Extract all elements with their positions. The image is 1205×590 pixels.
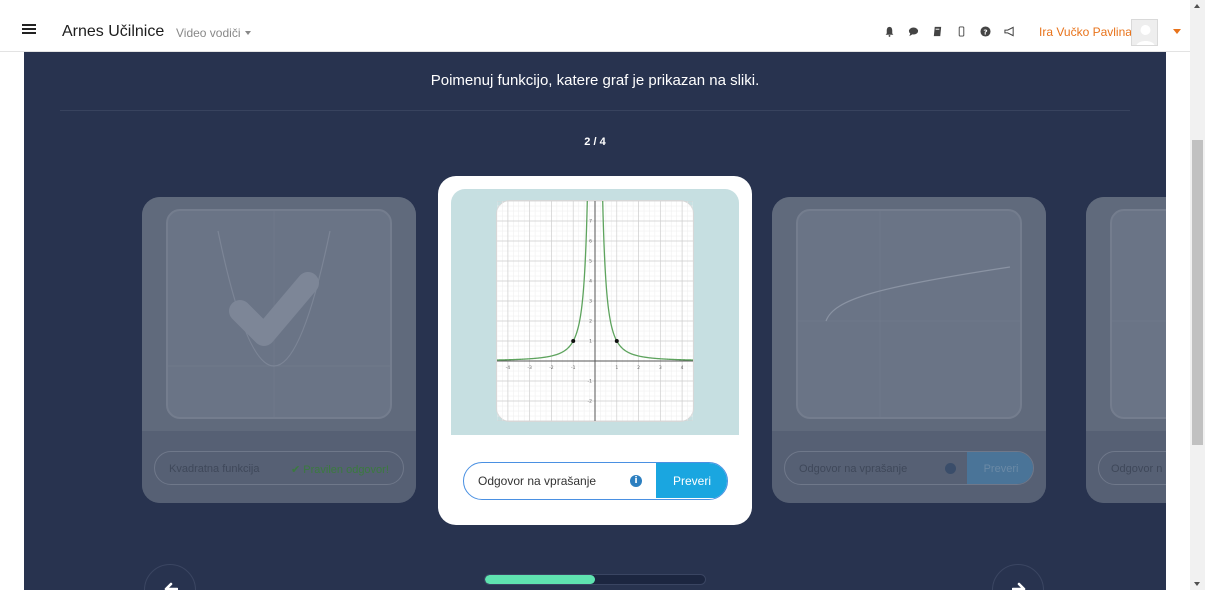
x-tick-label: 1: [615, 365, 618, 371]
card-1-answer: Kvadratna funkcija: [169, 463, 260, 475]
card-4-graph: [1112, 320, 1166, 322]
arrow-left-icon: [164, 582, 178, 590]
card-4-placeholder: Odgovor n: [1111, 463, 1163, 475]
parabola-graph: [168, 211, 390, 417]
chevron-down-icon: [244, 31, 251, 35]
y-tick-label: 6: [589, 239, 592, 245]
y-tick-label: 1: [589, 339, 592, 345]
feedback-label: Pravilen odgovor!: [303, 464, 389, 476]
x-tick-label: -4: [506, 365, 511, 371]
x-tick-label: -3: [527, 365, 532, 371]
answer-input[interactable]: [464, 463, 656, 498]
card-4-answer-pill: Odgovor n: [1098, 451, 1166, 485]
scrollbar-thumb[interactable]: [1192, 140, 1203, 445]
card-1-image: [142, 197, 416, 431]
progress-bar: [484, 574, 706, 585]
megaphone-icon[interactable]: [1004, 26, 1015, 37]
x-tick-label: 4: [681, 365, 684, 371]
card-3-check-button: Preveri: [967, 452, 1033, 484]
card-2-image: -4 -3 -2 -1 1 2 3 4 -2 -1 1 2 3 4 5 6 7: [451, 180, 739, 435]
user-menu-chevron-icon[interactable]: [1173, 29, 1181, 34]
y-tick-label: 7: [589, 219, 592, 225]
y-tick-label: 4: [589, 279, 592, 285]
check-icon: ✔: [291, 464, 301, 476]
quiz-panel: Poimenuj funkcijo, katere graf je prikaz…: [24, 52, 1166, 590]
card-2-active[interactable]: -4 -3 -2 -1 1 2 3 4 -2 -1 1 2 3 4 5 6 7 i Preveri: [438, 176, 752, 525]
y-tick-label: 3: [589, 299, 592, 305]
answer-field[interactable]: i Preveri: [463, 462, 728, 500]
bell-icon[interactable]: [884, 26, 895, 37]
arrow-right-icon: [1012, 582, 1026, 590]
reciprocal-square-graph: -4 -3 -2 -1 1 2 3 4 -2 -1 1 2 3 4 5 6 7: [496, 180, 694, 422]
avatar[interactable]: [1131, 19, 1158, 46]
progress-fill: [485, 575, 595, 584]
card-1[interactable]: Kvadratna funkcija ✔ Pravilen odgovor!: [142, 197, 416, 503]
page-scrollbar[interactable]: [1190, 0, 1205, 590]
slide-counter: 2 / 4: [584, 136, 606, 148]
previous-button[interactable]: [144, 564, 196, 590]
help-icon[interactable]: ?: [980, 26, 991, 37]
x-tick-label: -2: [549, 365, 554, 371]
question-text: Poimenuj funkcijo, katere graf je prikaz…: [430, 72, 760, 89]
card-3-info-icon: [945, 463, 956, 474]
top-navbar: Arnes Učilnice Video vodiči ? Ira Vučko …: [0, 0, 1190, 52]
chat-icon[interactable]: [908, 26, 919, 37]
card-3[interactable]: Odgovor na vprašanje Preveri: [772, 197, 1046, 503]
card-3-answer-pill: Odgovor na vprašanje Preveri: [784, 451, 1034, 485]
card-1-answer-pill: Kvadratna funkcija ✔ Pravilen odgovor!: [154, 451, 404, 485]
square-root-graph: [798, 211, 1020, 417]
menu-icon[interactable]: [22, 24, 36, 34]
site-brand[interactable]: Arnes Učilnice: [62, 23, 164, 41]
card-4-image: [1086, 197, 1166, 431]
next-button[interactable]: [992, 564, 1044, 590]
y-tick-label: 2: [589, 319, 592, 325]
card-3-placeholder: Odgovor na vprašanje: [799, 463, 908, 475]
card-4[interactable]: Odgovor n: [1086, 197, 1166, 503]
svg-text:?: ?: [983, 27, 987, 36]
graph-point: [571, 339, 576, 343]
graph-frame: -4 -3 -2 -1 1 2 3 4 -2 -1 1 2 3 4 5 6 7: [496, 180, 694, 422]
book-icon[interactable]: [932, 26, 943, 37]
video-guides-menu[interactable]: Video vodiči: [176, 26, 251, 40]
video-guides-label: Video vodiči: [176, 26, 241, 40]
correct-feedback: ✔ Pravilen odgovor!: [291, 463, 389, 476]
card-3-image: [772, 197, 1046, 431]
user-name-link[interactable]: Ira Vučko Pavlina: [1039, 25, 1132, 39]
y-tick-label: -1: [588, 379, 593, 385]
mobile-icon[interactable]: [956, 26, 967, 37]
x-tick-label: 3: [659, 365, 662, 371]
divider: [60, 110, 1130, 111]
x-tick-label: -1: [571, 365, 576, 371]
scroll-down-icon[interactable]: [1194, 582, 1200, 586]
x-tick-label: 2: [637, 365, 640, 371]
check-button[interactable]: Preveri: [656, 463, 727, 498]
y-tick-label: -2: [588, 399, 593, 405]
info-icon[interactable]: i: [630, 475, 642, 487]
y-tick-label: 5: [589, 259, 592, 265]
scroll-up-icon[interactable]: [1194, 4, 1200, 8]
graph-point: [614, 339, 619, 343]
